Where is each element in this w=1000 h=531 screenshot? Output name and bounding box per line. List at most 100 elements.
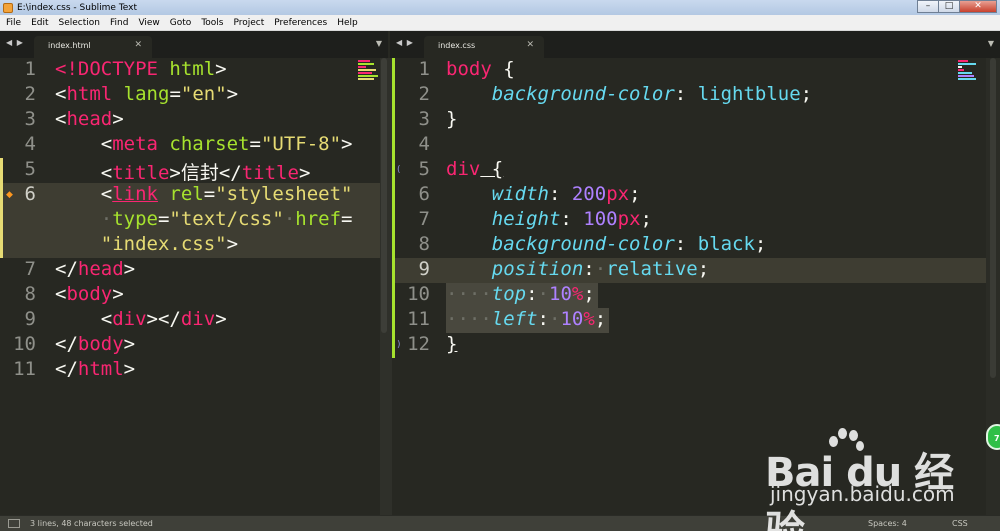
close-button[interactable]: ✕ [959, 0, 997, 13]
code-token: < [55, 308, 113, 330]
tab-index-css[interactable]: index.css ✕ [424, 36, 544, 58]
code-token: ; [640, 208, 652, 230]
code-token: } [446, 333, 458, 355]
line-number: 1 [24, 58, 36, 80]
code-line[interactable]: <head> [55, 108, 124, 130]
menu-project[interactable]: Project [228, 18, 269, 28]
code-token: </ [55, 358, 78, 380]
tab-nav-arrows-icon[interactable]: ◀ ▶ [396, 38, 414, 47]
menu-file[interactable]: File [0, 18, 26, 28]
menu-edit[interactable]: Edit [26, 18, 53, 28]
left-tab-bar: ◀ ▶ index.html ✕ ▼ [0, 31, 388, 58]
editor-pane-html[interactable]: 1 2 3 4 5 6 7 8 9 10 11 <!DOCTYPE html> <html lang=… [0, 58, 380, 515]
code-line[interactable]: "index.css"> [55, 233, 238, 255]
code-token: · [594, 258, 607, 280]
code-line[interactable]: </body> [55, 333, 135, 355]
minimap[interactable] [958, 60, 980, 86]
minimap[interactable] [358, 60, 380, 86]
line-number-gutter: 1 2 3 4 5 6 7 8 9 10 11 12 [392, 58, 438, 515]
code-line[interactable]: body { [446, 58, 515, 80]
code-token: · [548, 308, 561, 330]
code-token: height [491, 208, 561, 230]
code-line[interactable]: ····top:·10%; [446, 283, 595, 305]
scrollbar-thumb[interactable] [990, 58, 996, 378]
code-token: 100 [583, 208, 618, 230]
code-line[interactable]: } [446, 333, 457, 355]
line-number: 8 [24, 283, 36, 305]
code-line[interactable]: <body> [55, 283, 124, 305]
code-token: background-color [491, 233, 675, 255]
menu-tools[interactable]: Tools [196, 18, 228, 28]
code-token: body [77, 333, 124, 355]
fold-open-icon[interactable]: ( [397, 165, 401, 175]
tab-index-html[interactable]: index.html ✕ [34, 36, 152, 58]
code-token: > [123, 333, 136, 355]
code-line[interactable]: height: 100px; [446, 208, 652, 230]
code-token: div [180, 308, 216, 330]
code-token: top [491, 283, 527, 305]
code-token: background-color [491, 83, 675, 105]
floating-badge[interactable]: 70 [986, 424, 1000, 450]
code-line[interactable]: } [446, 108, 457, 130]
code-line[interactable]: width: 200px; [446, 183, 641, 205]
tab-close-icon[interactable]: ✕ [526, 40, 534, 50]
maximize-button[interactable]: □ [938, 0, 960, 13]
bookmark-icon[interactable]: ◆ [6, 190, 13, 200]
minimize-button[interactable]: – [917, 0, 939, 13]
code-line[interactable]: ·type="text/css"·href= [55, 208, 353, 230]
code-token: "UTF-8" [260, 133, 342, 155]
code-line[interactable]: </html> [55, 358, 135, 380]
code-token: rel [169, 183, 204, 205]
menu-find[interactable]: Find [105, 18, 133, 28]
code-token: position [491, 258, 584, 280]
code-line[interactable]: <meta charset="UTF-8"> [55, 133, 353, 155]
code-token: = [169, 83, 181, 105]
code-token: > [112, 283, 124, 305]
code-line[interactable]: <!DOCTYPE html> [55, 58, 227, 80]
line-number: 11 [407, 308, 430, 330]
watermark-url: jingyan.baidu.com [770, 482, 955, 506]
code-line[interactable]: <div></div> [55, 308, 227, 330]
code-token: % [583, 308, 595, 330]
code-line[interactable]: <html lang="en"> [55, 83, 238, 105]
code-token: < [55, 162, 113, 184]
code-token: : [674, 233, 698, 255]
code-line[interactable]: div { [446, 158, 503, 180]
code-token: title [241, 162, 299, 184]
menu-goto[interactable]: Goto [165, 18, 197, 28]
line-number: 4 [24, 133, 36, 155]
line-number: 10 [407, 283, 430, 305]
line-number: 3 [24, 108, 36, 130]
menu-selection[interactable]: Selection [54, 18, 105, 28]
tab-list-dropdown-icon[interactable]: ▼ [376, 39, 382, 48]
code-token: : [583, 258, 595, 280]
code-token: 200 [571, 183, 607, 205]
code-line[interactable]: background-color: lightblue; [446, 83, 812, 105]
line-number: 4 [418, 133, 430, 155]
fold-close-icon[interactable]: ) [397, 340, 401, 350]
line-number: 9 [24, 308, 36, 330]
code-line[interactable]: position:·relative; [446, 258, 709, 280]
code-token: < [55, 108, 67, 130]
code-token: black [697, 233, 755, 255]
code-line[interactable]: ····left:·10%; [446, 308, 606, 330]
code-line[interactable]: <link rel="stylesheet" [55, 183, 353, 205]
tab-close-icon[interactable]: ✕ [134, 40, 142, 50]
menu-preferences[interactable]: Preferences [269, 18, 332, 28]
tab-nav-arrows-icon[interactable]: ◀ ▶ [6, 38, 24, 47]
code-token: > [298, 162, 311, 184]
code-token: meta [112, 133, 158, 155]
code-token: lightblue [697, 83, 801, 105]
pane-divider-scrollbar[interactable] [380, 58, 392, 515]
code-line[interactable]: background-color: black; [446, 233, 767, 255]
code-line[interactable]: </head> [55, 258, 135, 280]
menu-view[interactable]: View [133, 18, 164, 28]
panel-toggle-icon[interactable] [8, 519, 20, 528]
code-token: lang [123, 83, 170, 105]
tab-list-dropdown-icon[interactable]: ▼ [988, 39, 994, 48]
code-token: </ [55, 258, 78, 280]
scrollbar-thumb[interactable] [381, 58, 387, 333]
menu-help[interactable]: Help [332, 18, 363, 28]
code-line[interactable]: <title>信封</title> [55, 158, 311, 185]
